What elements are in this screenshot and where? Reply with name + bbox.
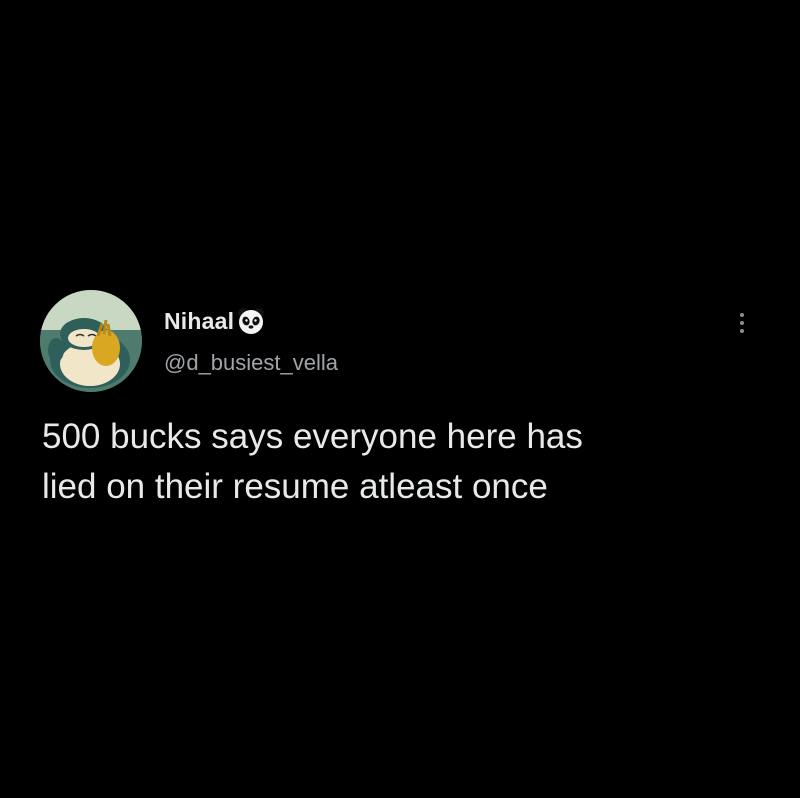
snorlax-avatar-icon bbox=[40, 290, 142, 392]
vertical-ellipsis-icon bbox=[740, 313, 744, 317]
tweet-card: Nihaal @d_busiest_vella 500 bucks says e… bbox=[0, 0, 800, 798]
author-name-row[interactable]: Nihaal bbox=[164, 306, 266, 336]
author-handle[interactable]: @d_busiest_vella bbox=[164, 350, 338, 376]
tweet-text: 500 bucks says everyone here has lied on… bbox=[42, 417, 583, 506]
panda-emoji-icon bbox=[236, 306, 266, 336]
display-name[interactable]: Nihaal bbox=[164, 308, 234, 335]
avatar[interactable] bbox=[40, 290, 142, 392]
more-options-button[interactable] bbox=[728, 306, 756, 340]
